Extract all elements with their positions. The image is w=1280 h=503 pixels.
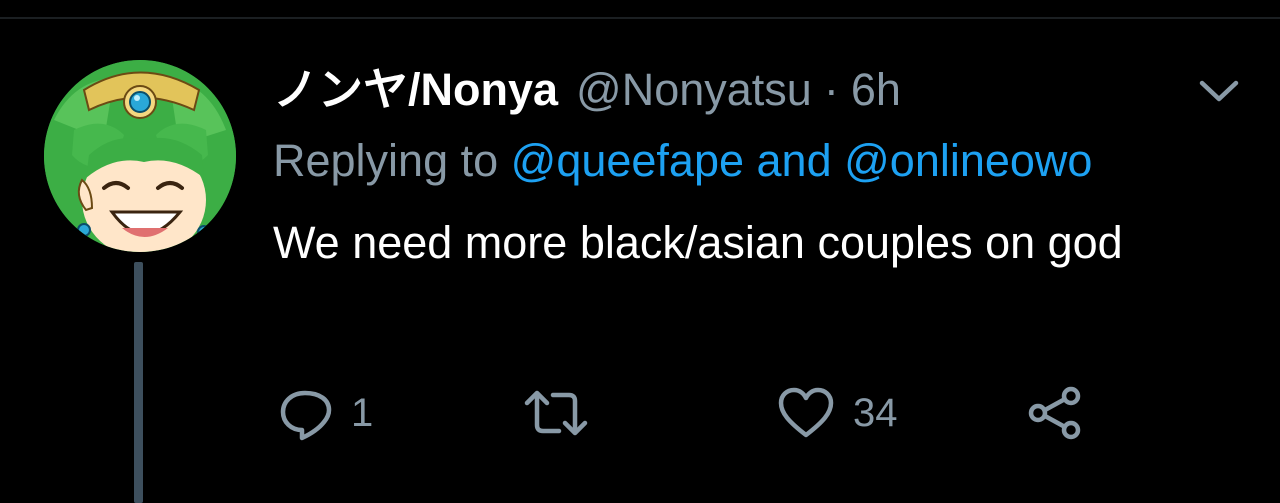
heart-icon	[777, 385, 835, 441]
replying-to: Replying to @queefape and @onlineowo	[273, 133, 1092, 189]
retweet-icon	[523, 385, 589, 441]
user-handle[interactable]: @Nonyatsu	[576, 62, 812, 118]
share-icon	[1025, 384, 1085, 442]
chevron-down-icon[interactable]	[1198, 76, 1240, 106]
header-separator: ·	[823, 64, 839, 115]
top-divider	[0, 17, 1280, 19]
share-button[interactable]	[1025, 383, 1085, 443]
display-name[interactable]: ノンヤ/Nonya	[273, 62, 558, 118]
like-count: 34	[853, 390, 898, 435]
like-button[interactable]: 34	[777, 383, 898, 443]
reply-button[interactable]: 1	[277, 383, 373, 443]
tweet-header: ノンヤ/Nonya @Nonyatsu · 6h	[273, 62, 901, 118]
tweet-timestamp[interactable]: 6h	[851, 62, 901, 118]
reply-conjunction[interactable]: and	[744, 135, 844, 186]
reply-mention-onlineowo[interactable]: @onlineowo	[844, 135, 1092, 186]
tweet-text: We need more black/asian couples on god	[273, 217, 1123, 268]
reply-icon	[277, 385, 333, 441]
avatar[interactable]	[44, 60, 236, 252]
thread-line	[134, 262, 143, 503]
retweet-button[interactable]	[523, 383, 607, 443]
reply-mention-queefape[interactable]: @queefape	[511, 135, 744, 186]
replying-prefix: Replying to	[273, 135, 511, 186]
reply-count: 1	[351, 390, 374, 435]
